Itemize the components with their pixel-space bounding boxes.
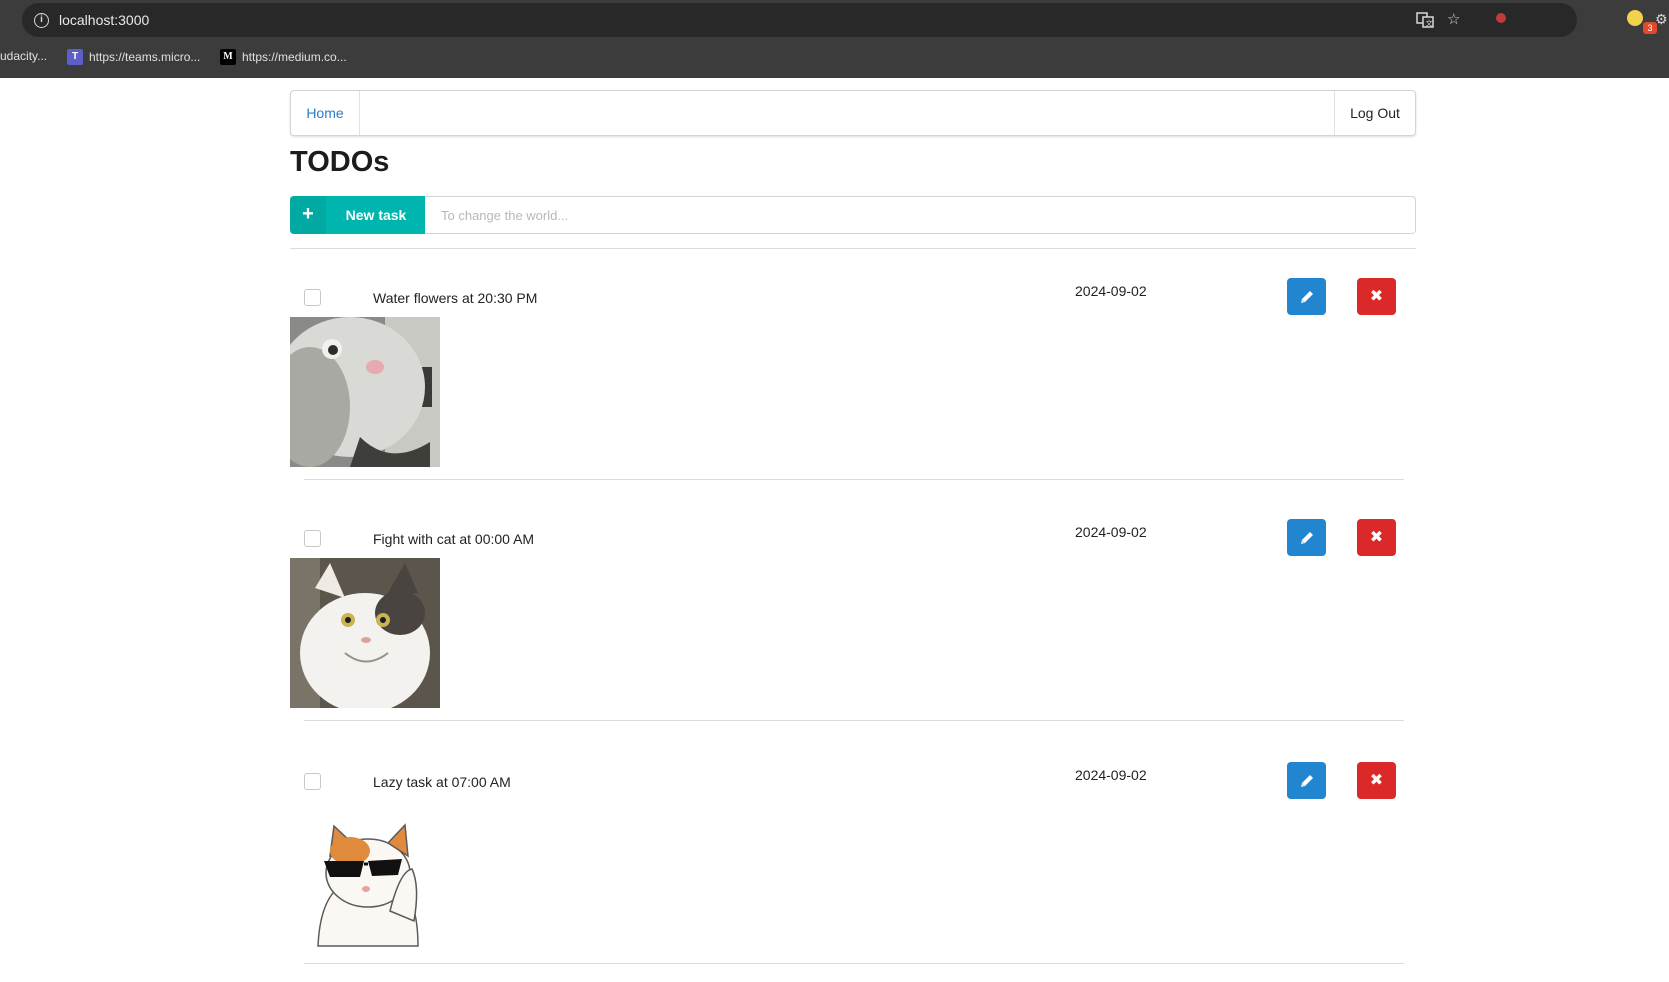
svg-text:文: 文 — [1426, 19, 1433, 28]
extension-red-icon[interactable] — [1496, 13, 1506, 23]
edit-button[interactable] — [1287, 519, 1326, 556]
todo-image — [290, 801, 440, 951]
todo-date: 2024-09-02 — [1075, 767, 1147, 783]
teams-icon: T — [67, 49, 83, 65]
top-menu: Home Log Out — [290, 90, 1416, 136]
todo-name: Fight with cat at 00:00 AM — [373, 531, 535, 547]
close-icon: ✖ — [1369, 772, 1384, 789]
new-task-input[interactable] — [425, 196, 1416, 234]
plus-icon: + — [290, 196, 326, 234]
todo-checkbox[interactable] — [304, 289, 321, 306]
todo-date: 2024-09-02 — [1075, 283, 1147, 299]
medium-icon: M — [220, 49, 236, 65]
browser-toolbar: i localhost:3000 文 ☆ 3 ⚙ — [0, 0, 1669, 38]
smiling-cat-photo — [290, 558, 440, 708]
todo-image — [290, 317, 440, 467]
bookmark-label: https://teams.micro... — [89, 50, 201, 64]
bookmark-label: https://medium.co... — [242, 50, 347, 64]
bookmark-udacity[interactable]: udacity... — [0, 49, 47, 63]
edit-button[interactable] — [1287, 278, 1326, 315]
divider — [290, 248, 1416, 249]
todo-checkbox[interactable] — [304, 530, 321, 547]
close-icon: ✖ — [1369, 288, 1384, 305]
todo-item: Fight with cat at 00:00 AM 2024-09-02 ✖ — [290, 495, 1416, 735]
bookmark-label: udacity... — [0, 49, 48, 63]
address-bar[interactable]: i localhost:3000 文 ☆ — [22, 3, 1577, 37]
new-task-label: New task — [345, 207, 407, 223]
divider — [304, 963, 1404, 964]
new-task-button[interactable]: + New task — [290, 196, 426, 234]
cool-cat-sunglasses-illustration — [290, 801, 440, 951]
todo-checkbox[interactable] — [304, 773, 321, 790]
todo-item: Lazy task at 07:00 AM 2024-09-02 ✖ — [290, 738, 1416, 978]
delete-button[interactable]: ✖ — [1357, 519, 1396, 556]
edit-button[interactable] — [1287, 762, 1326, 799]
close-icon: ✖ — [1369, 529, 1384, 546]
cat-closeup-photo — [290, 317, 440, 467]
todo-date: 2024-09-02 — [1075, 524, 1147, 540]
pencil-icon — [1301, 532, 1313, 544]
extension-yellow-icon[interactable] — [1627, 10, 1643, 26]
logout-button[interactable]: Log Out — [1334, 91, 1415, 135]
todo-image — [290, 558, 440, 708]
todo-name: Water flowers at 20:30 PM — [373, 290, 538, 306]
address-url[interactable]: localhost:3000 — [59, 12, 149, 28]
site-info-icon[interactable]: i — [34, 13, 49, 28]
bookmarks-bar: udacity... T https://teams.micro... M ht… — [0, 38, 1669, 78]
bookmark-medium[interactable]: M https://medium.co... — [220, 49, 347, 65]
nav-home-link[interactable]: Home — [291, 91, 360, 135]
pencil-icon — [1301, 775, 1313, 787]
divider — [304, 720, 1404, 721]
pencil-icon — [1301, 291, 1313, 303]
bookmark-star-icon[interactable]: ☆ — [1447, 11, 1460, 29]
page-title: TODOs — [290, 146, 390, 178]
divider — [304, 479, 1404, 480]
translate-icon[interactable]: 文 — [1416, 11, 1434, 34]
todo-name: Lazy task at 07:00 AM — [373, 774, 511, 790]
delete-button[interactable]: ✖ — [1357, 278, 1396, 315]
todo-item: Water flowers at 20:30 PM 2024-09-02 ✖ — [290, 254, 1416, 494]
menu-icon[interactable]: ⚙ — [1655, 10, 1668, 28]
delete-button[interactable]: ✖ — [1357, 762, 1396, 799]
bookmark-teams[interactable]: T https://teams.micro... — [67, 49, 200, 65]
